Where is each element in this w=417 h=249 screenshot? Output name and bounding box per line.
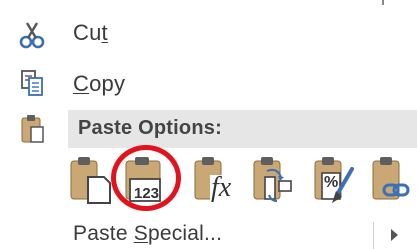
paste-options-header: Paste Options: xyxy=(68,110,417,148)
paste-transpose-button[interactable] xyxy=(249,155,297,205)
copy-icon xyxy=(12,66,52,100)
paste-keep-source-icon xyxy=(70,157,111,204)
paste-keep-source-button[interactable] xyxy=(66,155,114,205)
paste-formatting-text: % xyxy=(324,174,339,191)
menu-item-paste-special[interactable]: Paste Special... xyxy=(0,222,417,249)
menu-item-cut[interactable]: Cut xyxy=(0,14,417,54)
scissors-icon xyxy=(12,18,52,52)
paste-special-label: Paste Special... xyxy=(73,222,223,245)
submenu-arrow-icon[interactable] xyxy=(391,229,398,241)
cut-label: Cut xyxy=(73,20,108,45)
scroll-mark xyxy=(382,0,384,5)
copy-label: Copy xyxy=(73,71,126,96)
paste-formulas-button[interactable]: fx xyxy=(190,155,238,205)
paste-values-button[interactable]: 123 xyxy=(121,155,169,205)
paste-transpose-icon xyxy=(253,157,292,202)
paste-options-label: Paste Options: xyxy=(78,117,222,139)
paste-formatting-button[interactable]: % xyxy=(310,155,358,205)
paste-values-text: 123 xyxy=(134,185,160,202)
submenu-divider xyxy=(373,222,374,249)
paste-link-icon xyxy=(372,157,410,200)
paste-formulas-text: fx xyxy=(211,172,232,203)
paste-link-button[interactable] xyxy=(368,155,416,205)
clipboard-icon xyxy=(12,112,52,146)
menu-item-copy[interactable]: Copy xyxy=(0,62,417,102)
context-menu: Cut Copy Paste Options: 123 fx % Paste S… xyxy=(0,0,417,249)
